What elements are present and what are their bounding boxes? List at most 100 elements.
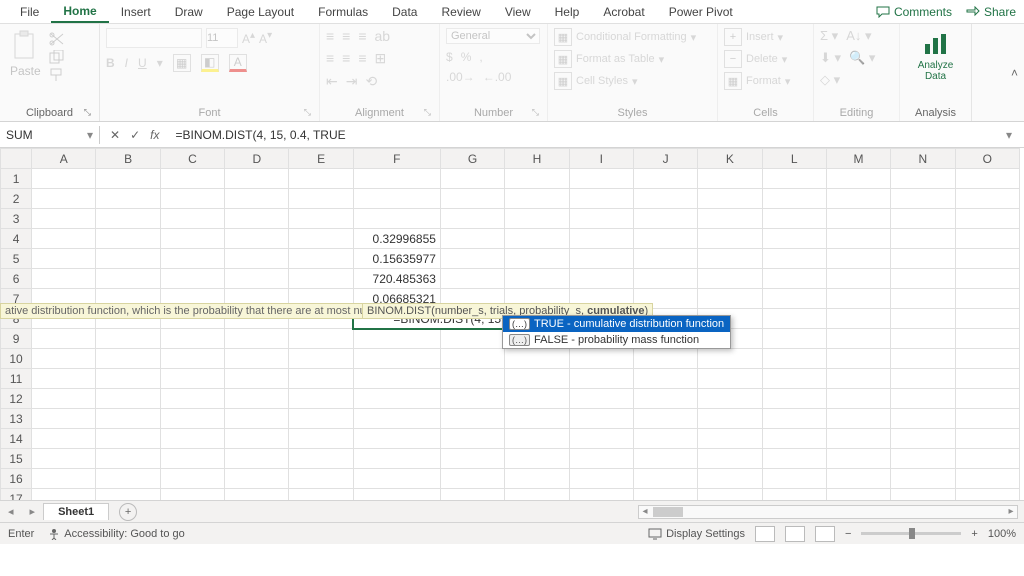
cell[interactable] — [160, 329, 224, 349]
cell[interactable] — [633, 409, 697, 429]
cell[interactable] — [826, 389, 890, 409]
cell[interactable] — [698, 289, 762, 309]
column-header[interactable]: M — [826, 149, 890, 169]
cell[interactable] — [762, 289, 826, 309]
cell[interactable] — [891, 189, 955, 209]
cell[interactable] — [569, 409, 633, 429]
cell[interactable] — [569, 389, 633, 409]
cell[interactable] — [891, 209, 955, 229]
tab-file[interactable]: File — [8, 2, 51, 22]
cell[interactable] — [891, 249, 955, 269]
decrease-decimal-icon[interactable]: ←.00 — [483, 70, 512, 84]
cell[interactable] — [762, 189, 826, 209]
cell[interactable] — [891, 489, 955, 501]
cell[interactable] — [955, 269, 1019, 289]
cell[interactable] — [505, 209, 569, 229]
comma-icon[interactable]: , — [479, 50, 482, 64]
cell[interactable] — [826, 429, 890, 449]
row-header[interactable]: 3 — [1, 209, 32, 229]
cell[interactable] — [762, 349, 826, 369]
cell[interactable] — [225, 409, 289, 429]
cell[interactable]: 0.15635977 — [353, 249, 440, 269]
zoom-out-button[interactable]: − — [845, 528, 851, 540]
cell[interactable] — [955, 369, 1019, 389]
cell[interactable] — [698, 169, 762, 189]
cell[interactable] — [160, 209, 224, 229]
cell[interactable] — [698, 249, 762, 269]
cell[interactable] — [160, 389, 224, 409]
conditional-formatting-button[interactable]: ▦Conditional Formatting ▾ — [554, 28, 696, 46]
share-button[interactable]: Share — [966, 5, 1016, 19]
row-header[interactable]: 6 — [1, 269, 32, 289]
row-header[interactable]: 4 — [1, 229, 32, 249]
cell[interactable] — [96, 449, 160, 469]
paste-button[interactable]: Paste — [6, 28, 45, 80]
sheet-tab-sheet1[interactable]: Sheet1 — [43, 503, 109, 520]
cell-styles-button[interactable]: ▦Cell Styles ▾ — [554, 72, 638, 90]
cell[interactable] — [289, 229, 353, 249]
cell[interactable] — [633, 209, 697, 229]
cell[interactable] — [96, 369, 160, 389]
delete-cells-button[interactable]: −Delete ▾ — [724, 50, 787, 68]
cell[interactable] — [505, 349, 569, 369]
column-header[interactable]: G — [440, 149, 504, 169]
wrap-text-icon[interactable]: ab — [375, 28, 391, 44]
cell[interactable] — [955, 489, 1019, 501]
cell[interactable] — [762, 169, 826, 189]
cell[interactable] — [96, 169, 160, 189]
cell[interactable] — [440, 409, 504, 429]
cell[interactable] — [569, 269, 633, 289]
tab-home[interactable]: Home — [51, 1, 108, 23]
cell[interactable] — [225, 249, 289, 269]
cell[interactable] — [569, 449, 633, 469]
select-all-corner[interactable] — [1, 149, 32, 169]
row-header[interactable]: 14 — [1, 429, 32, 449]
font-name-input[interactable] — [106, 28, 202, 48]
cell[interactable] — [826, 409, 890, 429]
cell[interactable] — [826, 169, 890, 189]
cell[interactable] — [826, 349, 890, 369]
clear-icon[interactable]: ◇ ▾ — [820, 72, 840, 87]
cell[interactable] — [505, 469, 569, 489]
align-middle-icon[interactable]: ≡ — [342, 28, 350, 44]
decrease-font-icon[interactable]: A▾ — [259, 30, 272, 46]
cell[interactable] — [160, 169, 224, 189]
column-header[interactable]: O — [955, 149, 1019, 169]
cell[interactable] — [440, 269, 504, 289]
cell[interactable] — [160, 349, 224, 369]
cell[interactable] — [289, 409, 353, 429]
cell[interactable] — [891, 289, 955, 309]
cell[interactable] — [96, 349, 160, 369]
cell[interactable] — [698, 269, 762, 289]
percent-icon[interactable]: % — [461, 50, 472, 64]
tab-power-pivot[interactable]: Power Pivot — [657, 2, 745, 22]
cell[interactable] — [225, 469, 289, 489]
normal-view-button[interactable] — [755, 526, 775, 542]
tab-draw[interactable]: Draw — [163, 2, 215, 22]
cell[interactable] — [762, 429, 826, 449]
increase-font-icon[interactable]: A▴ — [242, 30, 255, 46]
cell[interactable] — [96, 469, 160, 489]
row-header[interactable]: 16 — [1, 469, 32, 489]
cell[interactable] — [826, 189, 890, 209]
cell[interactable] — [698, 469, 762, 489]
cell[interactable] — [955, 389, 1019, 409]
cell[interactable] — [955, 409, 1019, 429]
name-box[interactable]: SUM ▾ — [0, 126, 100, 144]
cell[interactable] — [891, 349, 955, 369]
cell[interactable] — [225, 169, 289, 189]
cell[interactable] — [762, 469, 826, 489]
cell[interactable] — [440, 469, 504, 489]
cell[interactable] — [826, 469, 890, 489]
increase-indent-icon[interactable]: ⇥ — [346, 73, 358, 90]
sort-filter-icon[interactable]: A↓ ▾ — [846, 28, 871, 44]
column-header[interactable]: D — [225, 149, 289, 169]
sheet-nav-prev-icon[interactable]: ◂ — [0, 505, 22, 518]
cell[interactable] — [353, 169, 440, 189]
cut-icon[interactable] — [49, 32, 65, 46]
cell[interactable] — [353, 389, 440, 409]
cell[interactable] — [955, 329, 1019, 349]
cell[interactable]: 0.32996855 — [353, 229, 440, 249]
cell[interactable] — [353, 429, 440, 449]
cell[interactable] — [762, 309, 826, 329]
